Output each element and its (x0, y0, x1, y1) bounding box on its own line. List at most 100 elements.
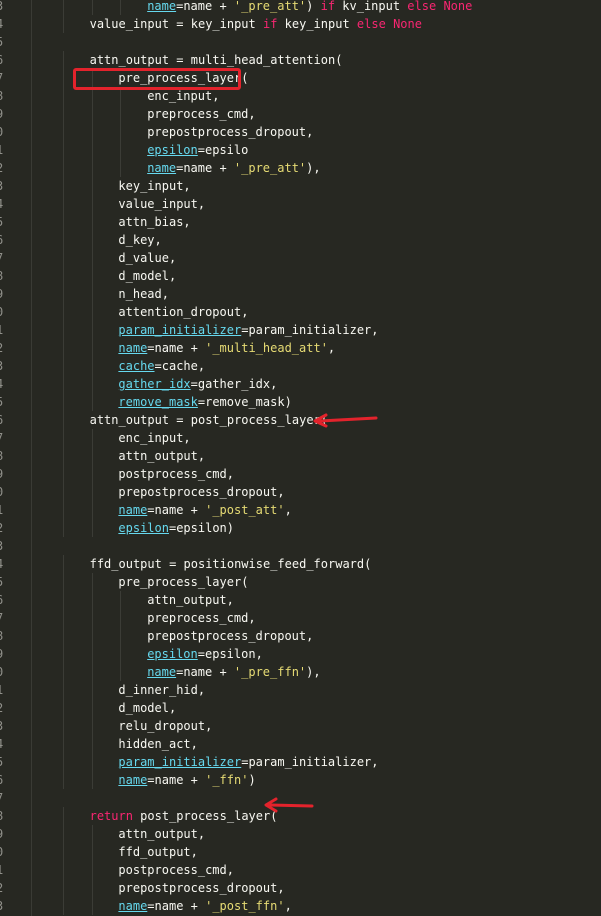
indent-guide (91, 159, 93, 177)
code-token: value_input = key_input (89, 17, 263, 31)
code-token: =remove_mask) (197, 395, 292, 409)
code-line[interactable]: epsilon=epsilo (147, 141, 248, 159)
code-line[interactable]: prepostprocess_dropout, (147, 627, 313, 645)
code-line[interactable]: key_input, (118, 177, 190, 195)
indent-guide (91, 609, 93, 627)
code-line[interactable]: preprocess_cmd, (147, 105, 255, 123)
indent-guide (91, 879, 93, 897)
indent-guide (62, 123, 64, 141)
code-token: , (284, 899, 292, 913)
indent-guide (91, 231, 93, 249)
indent-guide (62, 771, 64, 789)
line-number: 4 (0, 15, 3, 33)
indent-guide (62, 105, 64, 123)
indent-guide (91, 267, 93, 285)
code-line[interactable]: epsilon=epsilon) (118, 519, 234, 537)
indent-guide (62, 501, 64, 519)
indent-guide (91, 861, 93, 879)
code-line[interactable]: d_key, (118, 231, 161, 249)
indent-guide (62, 141, 64, 159)
code-line[interactable]: d_model, (118, 699, 176, 717)
code-line[interactable]: ffd_output = positionwise_feed_forward( (90, 555, 372, 573)
indent-guide (91, 195, 93, 213)
indent-guide (91, 393, 93, 411)
indent-guide (120, 159, 122, 177)
indent-guide (91, 105, 93, 123)
code-line[interactable]: enc_input, (118, 429, 190, 447)
code-line[interactable]: name=name + '_pre_att') if kv_input else… (147, 0, 472, 15)
indent-guide (62, 735, 64, 753)
indent-guide (91, 375, 93, 393)
code-line[interactable]: postprocess_cmd, (118, 861, 234, 879)
parameter-token: cache (118, 359, 155, 373)
indent-guide (62, 897, 64, 915)
line-number: 5 (0, 213, 3, 231)
code-line[interactable]: attn_output = post_process_layer( (90, 411, 328, 429)
code-line[interactable]: name=name + '_pre_ffn'), (147, 663, 320, 681)
code-line[interactable]: prepostprocess_dropout, (147, 123, 313, 141)
code-line[interactable]: ffd_output, (118, 843, 197, 861)
indent-guide (120, 609, 122, 627)
code-line[interactable]: name=name + '_post_att', (118, 501, 291, 519)
code-line[interactable]: d_model, (118, 267, 176, 285)
code-line[interactable]: param_initializer=param_initializer, (118, 753, 378, 771)
indent-guide (91, 501, 93, 519)
code-line[interactable]: attn_output, (118, 447, 205, 465)
indent-guide (62, 69, 64, 87)
code-token: =name + (176, 665, 234, 679)
line-number: 3 (0, 177, 3, 195)
code-line[interactable]: name=name + '_ffn') (118, 771, 255, 789)
code-token: preprocess_cmd, (147, 107, 256, 121)
code-line[interactable]: value_input = key_input if key_input els… (90, 15, 422, 33)
code-line[interactable]: d_value, (118, 249, 176, 267)
code-line[interactable]: attn_output = multi_head_attention( (90, 51, 343, 69)
code-token: =name + (176, 0, 234, 13)
code-line[interactable]: param_initializer=param_initializer, (118, 321, 378, 339)
code-line[interactable]: name=name + '_pre_att'), (147, 159, 320, 177)
code-line[interactable]: name=name + '_multi_head_att', (118, 339, 335, 357)
indent-guide (62, 213, 64, 231)
indent-guide (91, 141, 93, 159)
code-editor[interactable]: 3456789012345678901234567890123456789012… (0, 0, 601, 916)
line-number: 9 (0, 285, 3, 303)
code-line[interactable]: relu_dropout, (118, 717, 212, 735)
line-number: 5 (0, 33, 3, 51)
code-line[interactable]: attn_output, (147, 591, 234, 609)
code-line[interactable]: name=name + '_post_ffn', (118, 897, 291, 915)
line-number: 2 (0, 879, 3, 897)
parameter-token: name (147, 0, 177, 13)
code-line[interactable]: d_inner_hid, (118, 681, 205, 699)
code-line[interactable]: postprocess_cmd, (118, 465, 234, 483)
indent-guide (62, 249, 64, 267)
string-token: '_ffn' (205, 773, 249, 787)
parameter-token: gather_idx (118, 377, 191, 391)
code-token: key_input (277, 17, 357, 31)
code-line[interactable]: epsilon=epsilon, (147, 645, 263, 663)
line-number: 6 (0, 411, 3, 429)
line-number: 7 (0, 69, 3, 87)
code-line[interactable]: cache=cache, (118, 357, 205, 375)
code-line[interactable]: prepostprocess_dropout, (118, 483, 284, 501)
code-line[interactable]: attn_bias, (118, 213, 190, 231)
parameter-token: name (118, 773, 148, 787)
code-token: =param_initializer, (241, 323, 379, 337)
indent-guide (62, 447, 64, 465)
code-line[interactable]: remove_mask=remove_mask) (118, 393, 291, 411)
keyword-token: return (89, 809, 133, 823)
line-number: 6 (0, 771, 3, 789)
code-line[interactable]: prepostprocess_dropout, (118, 879, 284, 897)
code-line[interactable]: preprocess_cmd, (147, 609, 255, 627)
code-line[interactable]: return post_process_layer( (90, 807, 278, 825)
code-line[interactable]: pre_process_layer( (118, 573, 248, 591)
indent-guide (91, 753, 93, 771)
indent-guide (91, 591, 93, 609)
code-line[interactable]: attn_output, (118, 825, 205, 843)
code-line[interactable]: n_head, (118, 285, 169, 303)
indent-guide (120, 0, 122, 15)
code-token: ), (306, 161, 321, 175)
code-line[interactable]: hidden_act, (118, 735, 197, 753)
indent-guide (62, 681, 64, 699)
code-line[interactable]: attention_dropout, (118, 303, 248, 321)
code-line[interactable]: value_input, (118, 195, 205, 213)
code-line[interactable]: gather_idx=gather_idx, (118, 375, 277, 393)
